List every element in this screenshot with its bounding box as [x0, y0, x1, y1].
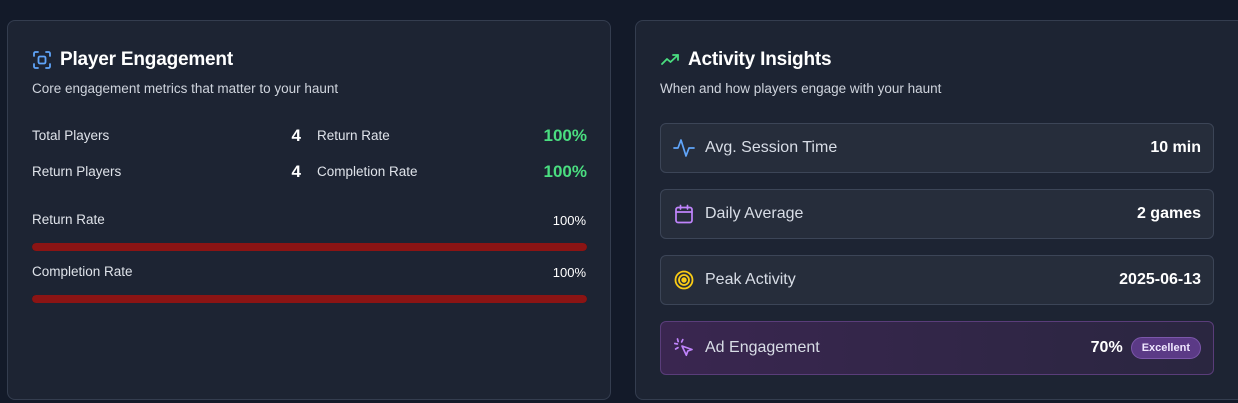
insight-value: 10 min: [1150, 139, 1201, 156]
metric-label-return-rate: Return Rate: [317, 128, 390, 143]
trending-up-icon: [660, 50, 680, 70]
scan-user-icon: [32, 50, 52, 70]
insight-row-ad-engagement: Ad Engagement 70% Excellent: [660, 321, 1214, 375]
insight-value: 70%: [1090, 339, 1123, 356]
insight-value: 2 games: [1136, 205, 1201, 222]
metric-label-total-players: Total Players: [32, 128, 110, 143]
player-engagement-header: Player Engagement: [32, 49, 233, 71]
cursor-click-icon: [673, 337, 695, 359]
metric-value-return-rate: 100%: [543, 126, 587, 145]
insight-value: 2025-06-13: [1119, 271, 1201, 288]
excellent-badge: Excellent: [1130, 337, 1201, 359]
activity-pulse-icon: [673, 137, 695, 159]
completion-rate-bar-percent: 100%: [552, 265, 586, 280]
insight-row-avg-session-time: Avg. Session Time 10 min: [660, 123, 1214, 173]
metric-value-completion-rate: 100%: [543, 162, 587, 181]
insight-label: Ad Engagement: [705, 339, 820, 356]
insight-label: Avg. Session Time: [705, 139, 838, 156]
return-rate-bar-label: Return Rate: [32, 212, 105, 227]
player-engagement-subtitle: Core engagement metrics that matter to y…: [32, 81, 339, 96]
insight-label: Daily Average: [705, 205, 804, 222]
completion-rate-progress-bar: [32, 295, 587, 303]
completion-rate-bar-label: Completion Rate: [32, 264, 133, 279]
target-icon: [673, 269, 695, 291]
insight-row-daily-average: Daily Average 2 games: [660, 189, 1214, 239]
insight-label: Peak Activity: [705, 271, 796, 288]
activity-insights-card: Activity Insights When and how players e…: [635, 20, 1238, 400]
activity-insights-subtitle: When and how players engage with your ha…: [660, 81, 942, 96]
calendar-icon: [673, 203, 695, 225]
metric-value-total-players: 4: [291, 126, 301, 145]
return-rate-progress-bar: [32, 243, 587, 251]
activity-insights-title: Activity Insights: [688, 49, 832, 70]
player-engagement-card: Player Engagement Core engagement metric…: [7, 20, 611, 400]
metric-value-return-players: 4: [291, 162, 301, 181]
return-rate-progress-fill: [32, 243, 587, 251]
metric-label-return-players: Return Players: [32, 164, 122, 179]
completion-rate-progress-fill: [32, 295, 587, 303]
activity-insights-header: Activity Insights: [660, 49, 832, 71]
player-engagement-title: Player Engagement: [60, 49, 233, 70]
insight-row-peak-activity: Peak Activity 2025-06-13: [660, 255, 1214, 305]
return-rate-bar-percent: 100%: [552, 213, 586, 228]
metric-label-completion-rate: Completion Rate: [317, 164, 418, 179]
